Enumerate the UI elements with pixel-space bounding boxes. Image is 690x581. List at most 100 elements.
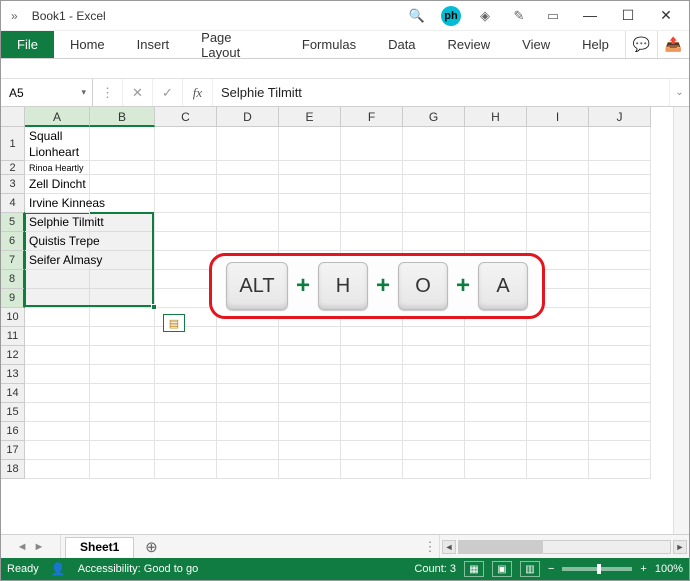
cell-A7[interactable]: Seifer Almasy [25,251,90,270]
cell-D5[interactable] [217,213,279,232]
row-header-1[interactable]: 1 [1,127,25,161]
add-sheet-button[interactable]: ⊕ [140,535,162,558]
row-header-14[interactable]: 14 [1,384,25,403]
row-header-4[interactable]: 4 [1,194,25,213]
fx-button[interactable]: fx [183,79,213,106]
cell-C6[interactable] [155,232,217,251]
horizontal-scrollbar[interactable]: ◄ ► [439,535,689,558]
tab-help[interactable]: Help [566,31,625,58]
row-header-6[interactable]: 6 [1,232,25,251]
cell-J6[interactable] [589,232,651,251]
name-box[interactable]: A5 ▾ [1,79,93,106]
cell-G1[interactable] [403,127,465,161]
cell-E17[interactable] [279,441,341,460]
cell-G12[interactable] [403,346,465,365]
cell-J5[interactable] [589,213,651,232]
cell-I18[interactable] [527,460,589,479]
search-icon[interactable]: 🔍 [407,8,427,24]
cell-D11[interactable] [217,327,279,346]
cell-C3[interactable] [155,175,217,194]
cell-I13[interactable] [527,365,589,384]
cell-H11[interactable] [465,327,527,346]
cell-D14[interactable] [217,384,279,403]
sheet-nav[interactable]: ◄ ► [1,535,61,558]
cell-A5[interactable]: Selphie Tilmitt [25,213,90,232]
cell-G18[interactable] [403,460,465,479]
row-header-2[interactable]: 2 [1,161,25,175]
cell-F16[interactable] [341,422,403,441]
column-header-C[interactable]: C [155,107,217,127]
cell-E12[interactable] [279,346,341,365]
cell-H4[interactable] [465,194,527,213]
cell-E3[interactable] [279,175,341,194]
view-page-layout-icon[interactable]: ▣ [492,561,512,577]
cell-G13[interactable] [403,365,465,384]
cell-C5[interactable] [155,213,217,232]
row-header-15[interactable]: 15 [1,403,25,422]
cell-G14[interactable] [403,384,465,403]
cell-D17[interactable] [217,441,279,460]
row-header-10[interactable]: 10 [1,308,25,327]
cell-A14[interactable] [25,384,90,403]
cell-G16[interactable] [403,422,465,441]
cell-E11[interactable] [279,327,341,346]
zoom-in-button[interactable]: + [640,563,646,575]
hscroll-right-icon[interactable]: ► [673,540,687,554]
column-header-E[interactable]: E [279,107,341,127]
row-header-12[interactable]: 12 [1,346,25,365]
cell-D2[interactable] [217,161,279,175]
cell-I17[interactable] [527,441,589,460]
cell-I6[interactable] [527,232,589,251]
cell-H13[interactable] [465,365,527,384]
cell-D15[interactable] [217,403,279,422]
close-button[interactable]: ✕ [647,7,685,24]
tab-page-layout[interactable]: Page Layout [185,31,286,58]
cell-J7[interactable] [589,251,651,270]
cell-A16[interactable] [25,422,90,441]
cell-H14[interactable] [465,384,527,403]
cell-D3[interactable] [217,175,279,194]
cell-I14[interactable] [527,384,589,403]
tab-data[interactable]: Data [372,31,431,58]
cell-J17[interactable] [589,441,651,460]
cell-F6[interactable] [341,232,403,251]
cell-C18[interactable] [155,460,217,479]
tab-formulas[interactable]: Formulas [286,31,372,58]
row-header-9[interactable]: 9 [1,289,25,308]
cell-A12[interactable] [25,346,90,365]
cell-I12[interactable] [527,346,589,365]
cell-A9[interactable] [25,289,90,308]
row-header-13[interactable]: 13 [1,365,25,384]
cell-E6[interactable] [279,232,341,251]
cell-G5[interactable] [403,213,465,232]
comments-button[interactable]: 💬 [625,31,657,58]
pen-icon[interactable]: ✎ [509,8,529,24]
cell-F2[interactable] [341,161,403,175]
maximize-button[interactable]: ☐ [609,7,647,24]
sheet-prev-icon[interactable]: ◄ [17,541,28,553]
tab-insert[interactable]: Insert [121,31,186,58]
cell-J14[interactable] [589,384,651,403]
cell-C17[interactable] [155,441,217,460]
column-header-I[interactable]: I [527,107,589,127]
cell-B2[interactable] [90,161,155,175]
column-header-A[interactable]: A [25,107,90,127]
cell-G2[interactable] [403,161,465,175]
row-header-16[interactable]: 16 [1,422,25,441]
column-header-J[interactable]: J [589,107,651,127]
cell-H5[interactable] [465,213,527,232]
cell-H2[interactable] [465,161,527,175]
cell-A2[interactable]: Rinoa Heartly [25,161,90,175]
name-box-dropdown-icon[interactable]: ▾ [81,87,86,98]
cell-E18[interactable] [279,460,341,479]
tab-home[interactable]: Home [54,31,121,58]
cell-B16[interactable] [90,422,155,441]
cell-J15[interactable] [589,403,651,422]
cell-B13[interactable] [90,365,155,384]
cell-C13[interactable] [155,365,217,384]
cell-E1[interactable] [279,127,341,161]
cell-A3[interactable]: Zell Dincht [25,175,90,194]
cell-J4[interactable] [589,194,651,213]
cell-D18[interactable] [217,460,279,479]
cell-I2[interactable] [527,161,589,175]
